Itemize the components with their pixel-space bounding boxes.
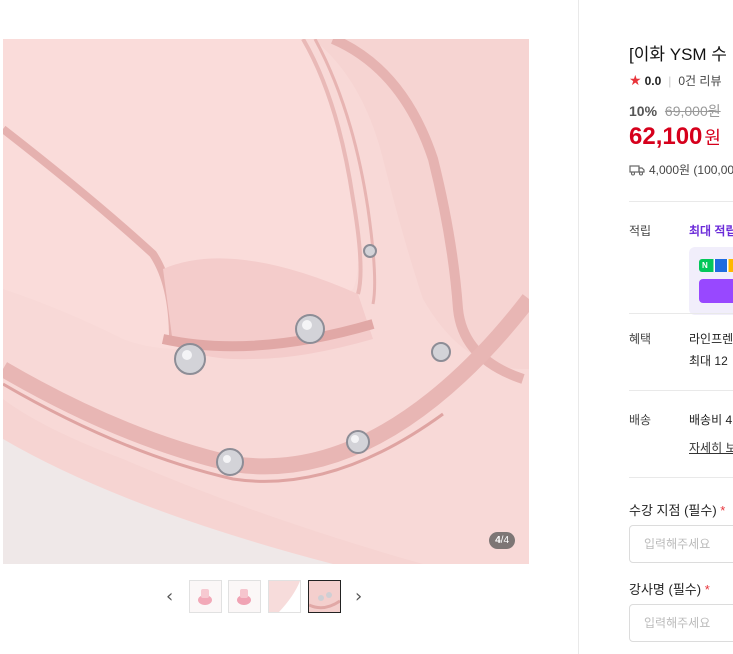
- thumbnail-3-image: [269, 581, 300, 612]
- shipping-detail-link[interactable]: 자세히 보: [689, 439, 733, 456]
- sale-price: 62,100: [629, 123, 703, 150]
- instructor-input[interactable]: [629, 604, 733, 642]
- section-divider-4: [629, 477, 733, 478]
- thumbnail-1[interactable]: [189, 580, 222, 613]
- product-title: [이화 YSM 수: [629, 45, 727, 64]
- product-main-image[interactable]: 4/4: [3, 39, 529, 564]
- benefit-label: 혜택: [629, 332, 652, 346]
- shipping-fee: 배송비 4: [689, 413, 733, 427]
- thumbnail-2[interactable]: [228, 580, 261, 613]
- section-divider-1: [629, 201, 733, 202]
- column-divider: [578, 0, 579, 654]
- discount-row: 10% 69,000원: [629, 101, 721, 121]
- next-image-button[interactable]: ›: [355, 588, 362, 606]
- points-label: 적립: [629, 224, 652, 238]
- discount-rate: 10%: [629, 103, 658, 119]
- thumbnail-4-image: [309, 581, 340, 612]
- shipping-summary: 4,000원 (100,00: [629, 161, 733, 178]
- prev-image-button[interactable]: ‹: [166, 588, 173, 606]
- chevron-left-icon: ‹: [166, 586, 174, 607]
- branch-input[interactable]: [629, 525, 733, 563]
- original-price: 69,000원: [664, 103, 721, 119]
- benefit-line-2: 최대 12: [689, 354, 728, 368]
- benefit-line-1: 라인프렌: [689, 332, 733, 346]
- shipping-summary-text: 4,000원 (100,00: [649, 163, 733, 177]
- thumbnail-1-image: [190, 581, 221, 612]
- section-divider-3: [629, 390, 733, 391]
- truck-icon: [629, 164, 645, 176]
- price-unit: 원: [704, 128, 721, 148]
- branch-field-label: 수강 지점 (필수) *: [629, 500, 725, 519]
- thumbnail-4[interactable]: [308, 580, 341, 613]
- branch-label-text: 수강 지점 (필수): [629, 503, 717, 518]
- npay-points-button[interactable]: [699, 279, 733, 303]
- thumbnail-2-image: [229, 581, 260, 612]
- price-row: 62,100 원: [629, 123, 721, 151]
- npay-points-box: N: [689, 247, 733, 315]
- shipping-label: 배송: [629, 413, 652, 427]
- image-counter: 4/4: [489, 532, 515, 549]
- points-value: 최대 적립: [689, 224, 733, 238]
- chevron-right-icon: ›: [355, 586, 363, 607]
- thumbnail-3[interactable]: [268, 580, 301, 613]
- pink-bodysuit-photo: [3, 39, 529, 564]
- section-divider-2: [629, 313, 733, 314]
- instructor-field-label: 강사명 (필수) *: [629, 579, 710, 598]
- rating-score: 0.0: [644, 73, 662, 88]
- review-count-link[interactable]: 0건 리뷰: [678, 72, 721, 89]
- required-mark: *: [720, 503, 726, 518]
- star-icon: ★: [629, 72, 642, 88]
- rating-row: ★ 0.0 | 0건 리뷰: [629, 72, 722, 89]
- npay-badge: N: [699, 259, 733, 272]
- required-mark: *: [704, 582, 710, 597]
- rating-divider: |: [668, 73, 672, 88]
- instructor-label-text: 강사명 (필수): [629, 582, 702, 597]
